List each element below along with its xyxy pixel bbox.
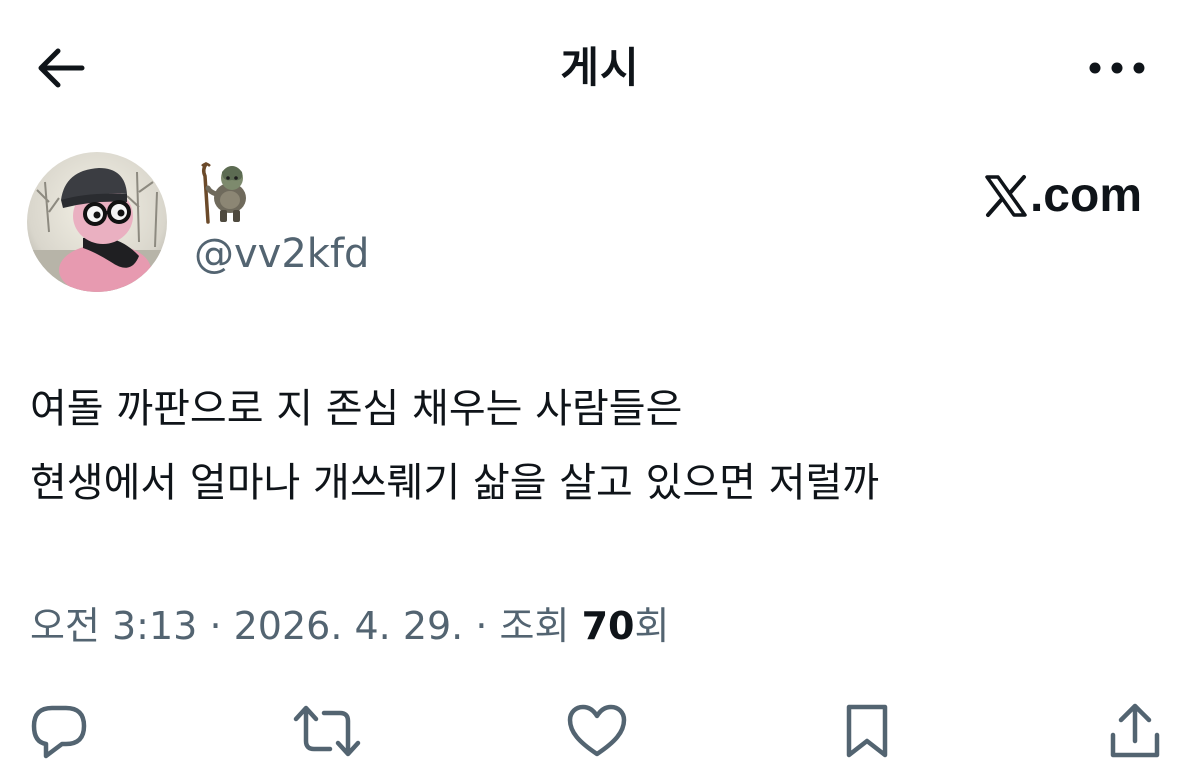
- author-handle[interactable]: @vv2kfd: [194, 228, 369, 280]
- site-watermark: .com: [984, 168, 1142, 224]
- share-button[interactable]: [1100, 698, 1170, 764]
- heart-icon: [567, 704, 627, 757]
- post-time[interactable]: 오전 3:13: [30, 604, 197, 648]
- avatar[interactable]: [27, 152, 167, 292]
- views-count: 70: [581, 604, 635, 648]
- post-date[interactable]: 2026. 4. 29.: [234, 604, 464, 648]
- x-logo-icon: [985, 175, 1027, 217]
- post-line-2: 현생에서 얼마나 개쓰뤠기 삶을 살고 있으면 저럴까: [30, 460, 880, 506]
- site-domain-suffix: .com: [1029, 169, 1142, 222]
- bookmark-icon: [846, 704, 888, 758]
- more-horizontal-icon: [1089, 62, 1145, 74]
- reply-icon: [31, 705, 87, 759]
- reply-button[interactable]: [24, 698, 94, 764]
- profile-avatar: [27, 152, 167, 292]
- post-body: 여돌 까판으로 지 존심 채우는 사람들은 현생에서 얼마나 개쓰뤠기 삶을 살…: [30, 372, 1170, 520]
- post-line-1: 여돌 까판으로 지 존심 채우는 사람들은: [30, 386, 683, 432]
- like-button[interactable]: [562, 698, 632, 764]
- troll-figure-emoji: [201, 162, 246, 224]
- share-icon: [1110, 703, 1160, 758]
- page-title: 게시: [560, 43, 640, 92]
- repost-icon: [293, 705, 361, 757]
- views-label: 조회: [499, 604, 570, 648]
- action-bar: [0, 690, 1200, 770]
- meta-separator: ·: [209, 604, 222, 648]
- post-meta: 오전 3:13 · 2026. 4. 29. · 조회 70회: [30, 600, 669, 652]
- top-bar: 게시: [0, 0, 1200, 135]
- bookmark-button[interactable]: [832, 698, 902, 764]
- repost-button[interactable]: [292, 698, 362, 764]
- meta-separator: ·: [475, 604, 488, 648]
- display-name-emoji: [196, 160, 252, 224]
- more-options-button[interactable]: [1082, 40, 1152, 96]
- views-suffix: 회: [634, 604, 670, 648]
